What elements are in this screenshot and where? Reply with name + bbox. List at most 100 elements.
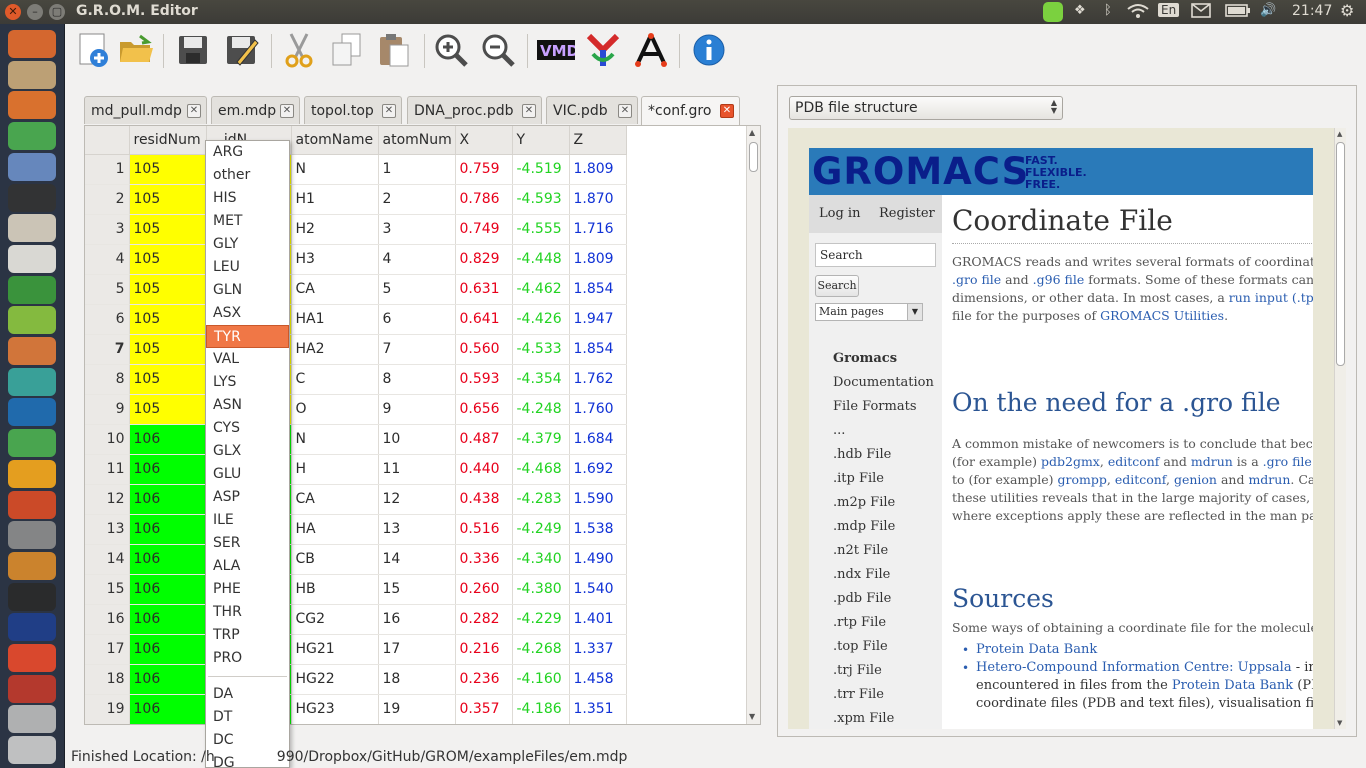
terminal-icon[interactable] xyxy=(8,183,56,212)
atom-num-cell[interactable]: 15 xyxy=(378,574,456,605)
atom-num-cell[interactable]: 2 xyxy=(378,184,456,215)
table-row[interactable]: 2 105 H1 2 0.786 -4.593 1.870 xyxy=(85,184,627,215)
drive-icon[interactable] xyxy=(8,705,56,734)
y-cell[interactable]: -4.555 xyxy=(512,214,570,245)
web-scrollbar[interactable]: ▲ ▼ xyxy=(1334,128,1346,729)
x-cell[interactable]: 0.438 xyxy=(455,484,513,515)
doc-link[interactable]: pdb2gmx xyxy=(1041,454,1100,469)
table-row[interactable]: 16 106 CG2 16 0.282 -4.229 1.401 xyxy=(85,604,627,635)
close-tab-icon[interactable]: ✕ xyxy=(522,104,536,118)
y-cell[interactable]: -4.468 xyxy=(512,454,570,485)
resid-num-cell[interactable]: 106 xyxy=(129,694,207,724)
doc-link[interactable]: .gro file xyxy=(1263,454,1312,469)
y-cell[interactable]: -4.340 xyxy=(512,544,570,575)
z-cell[interactable]: 1.490 xyxy=(569,544,627,575)
z-cell[interactable]: 1.540 xyxy=(569,574,627,605)
doc-link[interactable]: .g96 file xyxy=(1033,272,1085,287)
atom-num-cell[interactable]: 8 xyxy=(378,364,456,395)
row-number[interactable]: 6 xyxy=(85,304,130,335)
trash-icon[interactable] xyxy=(8,736,56,765)
atom-name-cell[interactable]: HA2 xyxy=(291,334,379,365)
z-cell[interactable]: 1.538 xyxy=(569,514,627,545)
system-monitor-icon[interactable] xyxy=(8,582,56,611)
dash-icon[interactable] xyxy=(8,30,56,58)
row-number[interactable]: 15 xyxy=(85,574,130,605)
resid-num-cell[interactable]: 105 xyxy=(129,394,207,425)
close-tab-icon[interactable]: ✕ xyxy=(280,104,294,118)
dropdown-option[interactable]: HIS xyxy=(206,187,289,210)
yasara-icon[interactable] xyxy=(583,30,623,70)
x-cell[interactable]: 0.260 xyxy=(455,574,513,605)
z-cell[interactable]: 1.337 xyxy=(569,634,627,665)
power-gear-icon[interactable]: ⚙ xyxy=(1340,1,1354,20)
virtualbox-icon[interactable] xyxy=(8,398,56,427)
z-cell[interactable]: 1.854 xyxy=(569,334,627,365)
z-cell[interactable]: 1.947 xyxy=(569,304,627,335)
dropdown-option[interactable]: MET xyxy=(206,210,289,233)
cut-icon[interactable] xyxy=(279,30,319,70)
z-cell[interactable]: 1.692 xyxy=(569,454,627,485)
y-cell[interactable]: -4.380 xyxy=(512,574,570,605)
copy-icon[interactable] xyxy=(327,30,367,70)
table-row[interactable]: 5 105 CA 5 0.631 -4.462 1.854 xyxy=(85,274,627,305)
audacity-icon[interactable] xyxy=(8,644,56,672)
presentation-icon[interactable] xyxy=(8,337,56,365)
z-cell[interactable]: 1.716 xyxy=(569,214,627,245)
atom-num-cell[interactable]: 1 xyxy=(378,154,456,185)
scanner-icon[interactable] xyxy=(8,521,56,550)
volume-icon[interactable]: 🔊 xyxy=(1260,3,1276,18)
atom-name-cell[interactable]: CA xyxy=(291,274,379,305)
files-icon[interactable] xyxy=(8,60,56,89)
corner-header[interactable] xyxy=(85,126,130,155)
keyboard-layout-indicator[interactable]: En xyxy=(1158,3,1180,17)
bluetooth-icon[interactable]: ᛒ xyxy=(1104,3,1112,18)
dropdown-option[interactable]: TRP xyxy=(206,624,289,647)
dropdown-option[interactable]: LYS xyxy=(206,371,289,394)
document-viewer-icon[interactable] xyxy=(8,244,56,273)
atom-num-cell[interactable]: 18 xyxy=(378,664,456,695)
table-row[interactable]: 17 106 HG21 17 0.216 -4.268 1.337 xyxy=(85,634,627,665)
battery-icon[interactable] xyxy=(1225,3,1251,22)
x-cell[interactable]: 0.357 xyxy=(455,694,513,724)
column-header[interactable]: Y xyxy=(512,126,570,155)
atom-num-cell[interactable]: 6 xyxy=(378,304,456,335)
dropdown-option[interactable]: THR xyxy=(206,601,289,624)
zoom-in-icon[interactable] xyxy=(431,30,471,70)
calc-icon[interactable] xyxy=(8,275,56,304)
y-cell[interactable]: -4.229 xyxy=(512,604,570,635)
resid-num-cell[interactable]: 106 xyxy=(129,604,207,635)
new-file-icon[interactable] xyxy=(74,30,114,70)
doc-link[interactable]: GROMACS Utilities xyxy=(1100,308,1224,323)
dropdown-option[interactable]: DT xyxy=(206,706,289,729)
network-icon[interactable] xyxy=(8,367,56,396)
x-cell[interactable]: 0.560 xyxy=(455,334,513,365)
open-folder-icon[interactable] xyxy=(116,30,156,70)
dropdown-option[interactable]: other xyxy=(206,164,289,187)
spreadsheet-icon[interactable] xyxy=(8,429,56,458)
nav-item-file[interactable]: .ndx File xyxy=(833,567,890,582)
firefox-icon[interactable] xyxy=(8,91,56,120)
z-cell[interactable]: 1.401 xyxy=(569,604,627,635)
dropdown-option[interactable]: SER xyxy=(206,532,289,555)
chrome-icon[interactable] xyxy=(8,122,56,151)
nav-item-file[interactable]: .trr File xyxy=(833,687,884,702)
atom-name-cell[interactable]: HA1 xyxy=(291,304,379,335)
residue-name-dropdown[interactable]: ARG other HIS MET GLY LEU GLN ASX TYR VAL LYS ASN CY… xyxy=(205,140,290,768)
nav-item-file[interactable]: .mdp File xyxy=(833,519,895,534)
save-as-icon[interactable] xyxy=(222,30,262,70)
atom-name-cell[interactable]: CB xyxy=(291,544,379,575)
resid-num-cell[interactable]: 105 xyxy=(129,244,207,275)
atom-name-cell[interactable]: HA xyxy=(291,514,379,545)
nav-item-file[interactable]: .hdb File xyxy=(833,447,891,462)
nav-item-file[interactable]: .pdb File xyxy=(833,591,891,606)
y-cell[interactable]: -4.462 xyxy=(512,274,570,305)
atom-num-cell[interactable]: 11 xyxy=(378,454,456,485)
atom-num-cell[interactable]: 7 xyxy=(378,334,456,365)
gromacs-logo[interactable]: GROMACS xyxy=(812,150,1029,193)
tab-vic-pdb[interactable]: VIC.pdb ✕ xyxy=(546,96,638,124)
z-cell[interactable]: 1.809 xyxy=(569,154,627,185)
resid-num-cell[interactable]: 106 xyxy=(129,574,207,605)
x-cell[interactable]: 0.440 xyxy=(455,454,513,485)
x-cell[interactable]: 0.656 xyxy=(455,394,513,425)
atom-name-cell[interactable]: H1 xyxy=(291,184,379,215)
